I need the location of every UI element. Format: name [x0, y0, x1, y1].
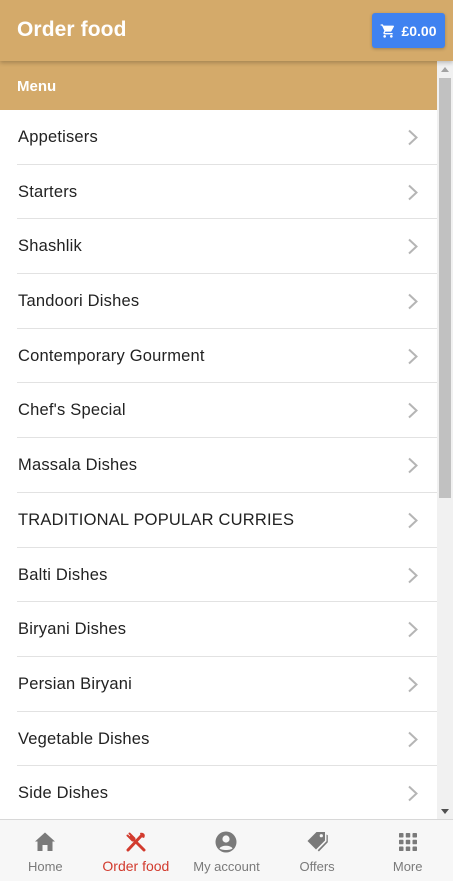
- menu-item-label: Appetisers: [18, 128, 98, 146]
- menu-item-label: Biryani Dishes: [18, 620, 127, 639]
- app-header: Order food £0.00: [0, 0, 453, 61]
- chevron-right-icon: [407, 129, 419, 146]
- chevron-right-icon: [407, 512, 419, 529]
- tab-label: Home: [27, 859, 63, 874]
- chevron-right-icon: [407, 567, 419, 584]
- shopping-cart-icon: [380, 23, 396, 39]
- menu-item-shashlik[interactable]: Shashlik: [0, 219, 437, 274]
- tags-icon: [305, 830, 329, 854]
- tab-label: More: [392, 859, 423, 874]
- menu-item-persian-biryani[interactable]: Persian Biryani: [0, 657, 437, 712]
- tab-label: Offers: [299, 859, 335, 874]
- tab-more[interactable]: More: [362, 820, 453, 881]
- menu-item-starters[interactable]: Starters: [0, 165, 437, 220]
- scroll-down-arrow[interactable]: [437, 803, 453, 819]
- section-title: Menu: [17, 78, 57, 95]
- menu-list: Appetisers Starters Shashlik Tandoori Di…: [0, 110, 437, 819]
- chevron-right-icon: [407, 348, 419, 365]
- menu-item-label: Chef's Special: [18, 401, 126, 420]
- chevron-down-icon: [441, 808, 449, 814]
- tab-order-food[interactable]: Order food: [91, 820, 182, 881]
- chevron-right-icon: [407, 676, 419, 693]
- chevron-up-icon: [441, 66, 449, 72]
- tab-home[interactable]: Home: [0, 820, 91, 881]
- menu-item-label: TRADITIONAL POPULAR CURRIES: [18, 510, 295, 529]
- tab-label: My account: [193, 859, 260, 874]
- menu-scroll-area[interactable]: Menu Appetisers Starters Shashlik Tandoo…: [0, 61, 453, 819]
- menu-item-contemporary-gourment[interactable]: Contemporary Gourment: [0, 329, 437, 384]
- bottom-tab-bar: Home Order food My account Offers More: [0, 819, 453, 881]
- cart-button[interactable]: £0.00: [372, 13, 445, 48]
- page-title: Order food: [17, 18, 127, 41]
- menu-item-label: Tandoori Dishes: [18, 292, 140, 311]
- menu-item-traditional-popular-curries[interactable]: TRADITIONAL POPULAR CURRIES: [0, 493, 437, 548]
- grid-icon: [396, 830, 420, 854]
- menu-item-label: Persian Biryani: [18, 674, 132, 693]
- chevron-right-icon: [407, 184, 419, 201]
- home-icon: [33, 830, 57, 854]
- menu-item-chefs-special[interactable]: Chef's Special: [0, 383, 437, 438]
- account-circle-icon: [214, 830, 238, 854]
- menu-item-side-dishes[interactable]: Side Dishes: [0, 766, 437, 819]
- tab-my-account[interactable]: My account: [181, 820, 272, 881]
- menu-item-tandoori-dishes[interactable]: Tandoori Dishes: [0, 274, 437, 329]
- menu-item-label: Balti Dishes: [18, 565, 108, 584]
- chevron-right-icon: [407, 731, 419, 748]
- menu-item-balti-dishes[interactable]: Balti Dishes: [0, 548, 437, 603]
- scroll-up-arrow[interactable]: [437, 61, 453, 77]
- chevron-right-icon: [407, 785, 419, 802]
- cart-total: £0.00: [401, 22, 437, 39]
- tab-label: Order food: [102, 858, 170, 874]
- menu-item-label: Side Dishes: [18, 784, 109, 803]
- menu-item-vegetable-dishes[interactable]: Vegetable Dishes: [0, 712, 437, 767]
- chevron-right-icon: [407, 293, 419, 310]
- chevron-right-icon: [407, 457, 419, 474]
- menu-item-appetisers[interactable]: Appetisers: [0, 110, 437, 165]
- menu-item-label: Starters: [18, 182, 78, 201]
- fork-knife-icon: [124, 830, 148, 854]
- menu-item-label: Contemporary Gourment: [18, 346, 205, 365]
- chevron-right-icon: [407, 402, 419, 419]
- menu-item-label: Vegetable Dishes: [18, 729, 150, 748]
- menu-item-biryani-dishes[interactable]: Biryani Dishes: [0, 602, 437, 657]
- menu-item-label: Shashlik: [18, 237, 82, 256]
- menu-item-label: Massala Dishes: [18, 456, 138, 475]
- chevron-right-icon: [407, 238, 419, 255]
- section-header: Menu: [0, 61, 437, 110]
- scrollbar[interactable]: [437, 61, 453, 819]
- tab-offers[interactable]: Offers: [272, 820, 363, 881]
- menu-item-massala-dishes[interactable]: Massala Dishes: [0, 438, 437, 493]
- chevron-right-icon: [407, 621, 419, 638]
- scrollbar-thumb[interactable]: [439, 78, 451, 498]
